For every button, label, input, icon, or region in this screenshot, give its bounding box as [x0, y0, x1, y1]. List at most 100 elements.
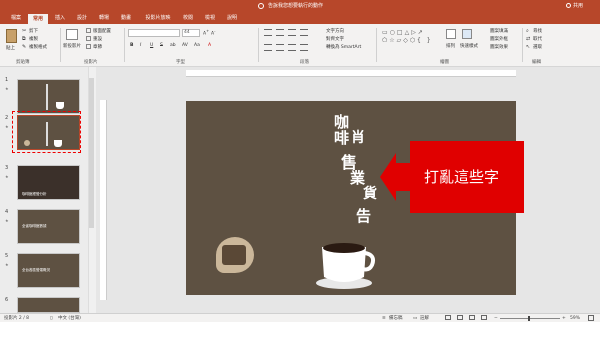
thumbnail-number: 3 — [5, 165, 9, 171]
section-icon — [86, 44, 91, 49]
slide-text-char[interactable]: 啡 — [334, 127, 349, 148]
align-text-button[interactable]: 對齊文字 — [326, 36, 344, 42]
slideshow-icon[interactable] — [481, 315, 487, 320]
quick-styles-icon[interactable] — [462, 29, 472, 39]
char-spacing-button[interactable]: AV — [182, 43, 188, 48]
tab-view[interactable]: 檢視 — [200, 13, 220, 24]
cut-button[interactable]: 剪下 — [29, 28, 38, 34]
slide-text-char[interactable]: 肖 — [351, 127, 365, 147]
slide-thumbnail-6[interactable] — [17, 297, 80, 313]
decrease-indent-icon[interactable] — [288, 29, 296, 36]
ribbon-tabs: 檔案 常用 插入 設計 轉場 動畫 投影片放映 校閱 檢視 說明 — [0, 13, 600, 24]
shapes-gallery[interactable]: ▭○□△▷↗ ⬠☆▱◇⬡{ } — [382, 29, 438, 53]
font-name-input[interactable] — [128, 29, 180, 37]
underline-button[interactable]: U — [150, 43, 153, 48]
callout-text: 打亂這些字 — [424, 168, 500, 186]
tab-file[interactable]: 檔案 — [6, 13, 26, 24]
paste-button[interactable]: 貼上 — [6, 45, 15, 51]
shadow-button[interactable]: ab — [170, 43, 176, 48]
animation-star-icon: ★ — [5, 262, 9, 267]
justify-icon[interactable] — [300, 44, 308, 51]
find-button[interactable]: 尋找 — [533, 28, 542, 34]
shape-effects-button[interactable]: 圖案效果 — [490, 44, 508, 50]
slide-thumbnail-2[interactable] — [17, 115, 80, 150]
layout-button[interactable]: 版面配置 — [93, 28, 111, 34]
new-slide-button[interactable]: 新投影片 — [63, 43, 81, 49]
divider — [376, 28, 377, 62]
change-case-button[interactable]: Aa — [194, 43, 200, 48]
coffee-cup-image[interactable] — [314, 239, 376, 291]
shape-fill-button[interactable]: 圖案填滿 — [490, 28, 508, 34]
section-button[interactable]: 章節 — [93, 44, 102, 50]
convert-smartart-button[interactable]: 轉換為 SmartArt — [326, 44, 361, 50]
tab-animations[interactable]: 動畫 — [116, 13, 136, 24]
layout-icon — [86, 28, 91, 33]
shape-outline-button[interactable]: 圖案外框 — [490, 36, 508, 42]
new-slide-icon[interactable] — [66, 29, 78, 40]
arrange-icon[interactable] — [446, 29, 456, 39]
align-right-icon[interactable] — [288, 44, 296, 51]
slide-thumbnail-1[interactable] — [17, 79, 80, 114]
slide-thumbnail-3[interactable]: 咖啡館經營分析 — [17, 165, 80, 200]
align-left-icon[interactable] — [264, 44, 272, 51]
group-label-slides: 投影片 — [84, 60, 98, 65]
increase-indent-icon[interactable] — [300, 29, 308, 36]
strikethrough-button[interactable]: S — [160, 43, 163, 48]
zoom-slider-handle[interactable] — [528, 316, 530, 321]
arrange-button[interactable]: 排列 — [446, 43, 455, 49]
reading-view-icon[interactable] — [469, 315, 475, 320]
slide-sorter-icon[interactable] — [457, 315, 463, 320]
tell-me-icon — [258, 3, 264, 9]
paste-icon[interactable] — [6, 29, 17, 43]
tab-help[interactable]: 說明 — [222, 13, 242, 24]
copy-icon: ⧉ — [22, 36, 26, 42]
ribbon: 貼上 剪下 複製 複製格式 ✂ ⧉ ✎ 剪貼簿 新投影片 版面配置 重設 章節 … — [0, 24, 600, 67]
thumbnail-title: 全省咖啡館數據 — [22, 224, 47, 228]
font-color-button[interactable]: A — [208, 43, 211, 48]
divider — [522, 28, 523, 62]
horizontal-ruler — [186, 70, 516, 77]
align-center-icon[interactable] — [276, 44, 284, 51]
scrollbar-thumb[interactable] — [89, 78, 94, 228]
slide-text-char[interactable]: 告 — [356, 205, 371, 226]
fit-slide-icon[interactable] — [588, 315, 594, 321]
tab-home[interactable]: 常用 — [28, 14, 48, 24]
replace-button[interactable]: 取代 — [533, 36, 542, 42]
tab-design[interactable]: 設計 — [72, 13, 92, 24]
text-direction-button[interactable]: 文字方向 — [326, 28, 344, 34]
cafe-photo[interactable] — [216, 237, 254, 273]
cup-icon — [54, 140, 62, 147]
slide-thumbnail-5[interactable]: 全台各區營運概況 — [17, 253, 80, 288]
zoom-slider[interactable] — [500, 318, 560, 319]
group-label-drawing: 繪圖 — [440, 60, 449, 65]
numbering-icon[interactable] — [276, 29, 284, 36]
normal-view-icon[interactable] — [445, 315, 451, 320]
thumbnail-title: 全台各區營運概況 — [22, 268, 50, 272]
shrink-font-button[interactable]: A- — [211, 29, 215, 37]
reset-button[interactable]: 重設 — [93, 36, 102, 42]
format-painter-button[interactable]: 複製格式 — [29, 44, 47, 50]
font-size-input[interactable]: 44 — [182, 29, 200, 37]
tab-transitions[interactable]: 轉場 — [94, 13, 114, 24]
replace-icon: ⇄ — [526, 36, 531, 42]
thumbnail-number: 1 — [5, 77, 9, 83]
quick-styles-button[interactable]: 快速樣式 — [460, 43, 478, 49]
slide-thumbnail-4[interactable]: 全省咖啡館數據 — [17, 209, 80, 244]
tab-review[interactable]: 校閱 — [178, 13, 198, 24]
slide-text-char[interactable]: 貨 — [363, 183, 377, 203]
copy-button[interactable]: 複製 — [29, 36, 38, 42]
tab-insert[interactable]: 插入 — [50, 13, 70, 24]
tab-slideshow[interactable]: 投影片放映 — [140, 13, 176, 24]
italic-button[interactable]: I — [140, 43, 141, 48]
share-button[interactable]: 共用 — [573, 2, 583, 11]
reset-icon — [86, 36, 91, 41]
tell-me-search[interactable]: 告訴我您想要執行的動作 — [268, 2, 323, 11]
find-icon: ⌕ — [526, 28, 529, 34]
bold-button[interactable]: B — [130, 43, 133, 48]
bullets-icon[interactable] — [264, 29, 272, 36]
grow-font-button[interactable]: A+ — [203, 29, 209, 37]
thumbnail-number: 5 — [5, 253, 9, 259]
slide-thumbnail-pane: 1 ★ 2 ★ 3 ★ 咖啡館經營分析 4 ★ 全省咖啡館數據 5 ★ 全台各區… — [0, 67, 88, 313]
select-button[interactable]: 選取 — [533, 44, 542, 50]
thumbnail-number: 2 — [5, 115, 9, 121]
